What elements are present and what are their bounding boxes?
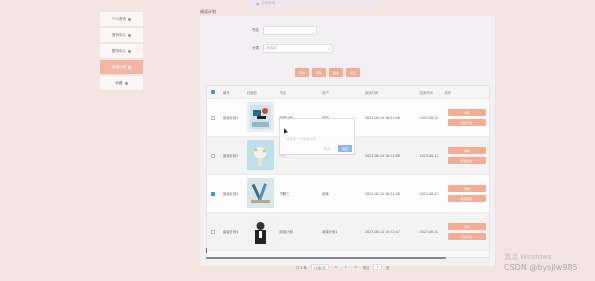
cell-time: 2023-08-10 16:21:08 (364, 153, 400, 158)
cell-user: 阅读计划1 (322, 230, 338, 234)
page-title: 阅读计划 (200, 9, 216, 14)
action-buttons: 查询 添加 删除 导出 (295, 68, 360, 77)
delete-button[interactable]: 删除 (329, 68, 343, 77)
category-select-placeholder: 请选择 (266, 46, 277, 50)
cell-time: 2023-08-10 15:52:47 (364, 229, 400, 234)
review-button[interactable]: 阅读评价 (447, 157, 486, 164)
review-button[interactable]: 阅读评价 (447, 233, 486, 240)
search-row-category: 分类 请选择 ⌄ (252, 44, 333, 53)
csdn-watermark: CSDN @bysjlw985 (504, 263, 578, 272)
cell-name: 阅读计划 (279, 230, 293, 234)
cell-end: 2023-08-10 (419, 115, 439, 120)
center-icon (128, 33, 131, 37)
book-icon (128, 49, 131, 53)
detail-button[interactable]: 详情 (447, 185, 486, 192)
cell-end: 2023-08-10 (419, 153, 439, 158)
goto-input[interactable]: 1 (373, 264, 383, 270)
select-all-checkbox[interactable] (210, 90, 215, 94)
home-icon (128, 17, 131, 21)
page-number[interactable]: 1 (343, 264, 349, 270)
prev-page-button[interactable]: < (333, 264, 339, 270)
cell-no: 阅读计划2 (222, 154, 239, 158)
sidebar-item-label: 收藏 (115, 80, 123, 85)
page-size-value: 10条/页 (313, 265, 326, 270)
sidebar-item-label: 首页中心 (112, 32, 126, 37)
table-row[interactable]: 阅读计划3 书籍三 阅读 2023-08-10 16:21:08 2023-08… (207, 175, 489, 213)
chevron-down-icon: ⌄ (327, 46, 330, 51)
popover-message: 请选择一个阅读计划 (286, 137, 316, 141)
sidebar-item-books[interactable]: 图书中心 (100, 44, 143, 60)
sidebar: 个人首页 首页中心 图书中心 阅读计划 收藏 (100, 12, 143, 92)
sidebar-item-favorites[interactable]: 收藏 (100, 76, 143, 92)
search-button[interactable]: 查询 (295, 68, 309, 77)
vertical-scrollbar[interactable] (495, 16, 496, 266)
review-button[interactable]: 阅读评价 (447, 195, 486, 202)
next-page-button[interactable]: > (353, 264, 359, 270)
total-count: 共 4 条 (296, 265, 307, 270)
info-icon: ● (256, 1, 260, 6)
header-cover: 封面图 (246, 90, 257, 95)
sidebar-item-label: 个人首页 (112, 16, 126, 21)
detail-button[interactable]: 详情 (447, 109, 486, 116)
top-notice-bar: ● 订阅说明 (250, 0, 380, 7)
row-checkbox[interactable] (210, 115, 215, 120)
sidebar-item-reading-plan[interactable]: 阅读计划 (100, 60, 143, 76)
popover-confirm-button[interactable]: 确定 (338, 145, 352, 152)
cell-no: 阅读计划1 (222, 116, 239, 120)
goto-suffix: 页 (386, 265, 390, 270)
cell-end: 2023-08-10 (419, 191, 439, 196)
cell-time: 2023-08-10 16:21:08 (364, 191, 400, 196)
header-time[interactable]: 阅读时间 (362, 90, 417, 95)
cover-image (246, 178, 274, 208)
sidebar-item-label: 图书中心 (112, 48, 126, 53)
cell-name: 书籍三 (279, 192, 290, 196)
cell-no: 阅读计划3 (222, 192, 239, 196)
pagination: 共 4 条 10条/页 < 1 > 前往 1 页 (296, 264, 390, 270)
search-row-title: 书名 (252, 26, 317, 35)
row-checkbox[interactable] (210, 153, 215, 158)
header-name: 书名 (279, 90, 287, 95)
cover-image (246, 140, 274, 170)
top-notice-text: 订阅说明 (261, 1, 276, 5)
review-button[interactable]: 阅读评价 (447, 119, 486, 126)
cover-image (246, 216, 274, 246)
goto-label: 前往 (362, 265, 370, 270)
header-no[interactable]: 编号 (219, 90, 247, 95)
add-button[interactable]: 添加 (312, 68, 326, 77)
sidebar-item-center[interactable]: 首页中心 (100, 28, 143, 44)
header-user: 用户 (322, 90, 329, 95)
category-label: 分类 (252, 46, 259, 50)
confirm-popover: 请选择一个阅读计划 取消 确定 (279, 118, 355, 155)
sidebar-item-home[interactable]: 个人首页 (100, 12, 143, 28)
sidebar-item-label: 阅读计划 (112, 64, 126, 69)
windows-activation-watermark: 激活 Windows (504, 253, 552, 261)
page-size-select[interactable]: 10条/页 (310, 264, 329, 270)
header-end[interactable]: 结束时间 (416, 90, 438, 95)
popover-cancel-button[interactable]: 取消 (324, 146, 331, 151)
cell-time: 2023-08-10 16:21:08 (364, 115, 400, 120)
table-header: 编号 封面图 书名 用户 阅读时间 结束时间 操作 (207, 86, 489, 99)
cell-user: 阅读 (322, 192, 329, 196)
detail-button[interactable]: 详情 (447, 223, 486, 230)
page-divider (206, 248, 207, 253)
data-table: 编号 封面图 书名 用户 阅读时间 结束时间 操作 阅读计划1 阅读计划 用户 … (206, 85, 490, 258)
header-op: 操作 (444, 90, 451, 95)
plan-icon (128, 65, 131, 69)
export-button[interactable]: 导出 (346, 68, 360, 77)
detail-button[interactable]: 详情 (447, 147, 486, 154)
title-label: 书名 (252, 28, 259, 32)
star-icon (124, 81, 128, 85)
cell-no: 阅读计划4 (222, 230, 239, 234)
row-checkbox[interactable] (210, 191, 215, 196)
title-input[interactable] (263, 26, 317, 35)
horizontal-scrollbar[interactable] (206, 257, 446, 259)
row-checkbox[interactable] (210, 229, 215, 234)
table-row[interactable]: 阅读计划4 阅读计划 阅读计划1 2023-08-10 15:52:47 202… (207, 213, 489, 251)
cell-end: 2023-08-10 (419, 229, 439, 234)
category-select[interactable]: 请选择 ⌄ (263, 44, 333, 53)
cover-image (246, 102, 274, 132)
